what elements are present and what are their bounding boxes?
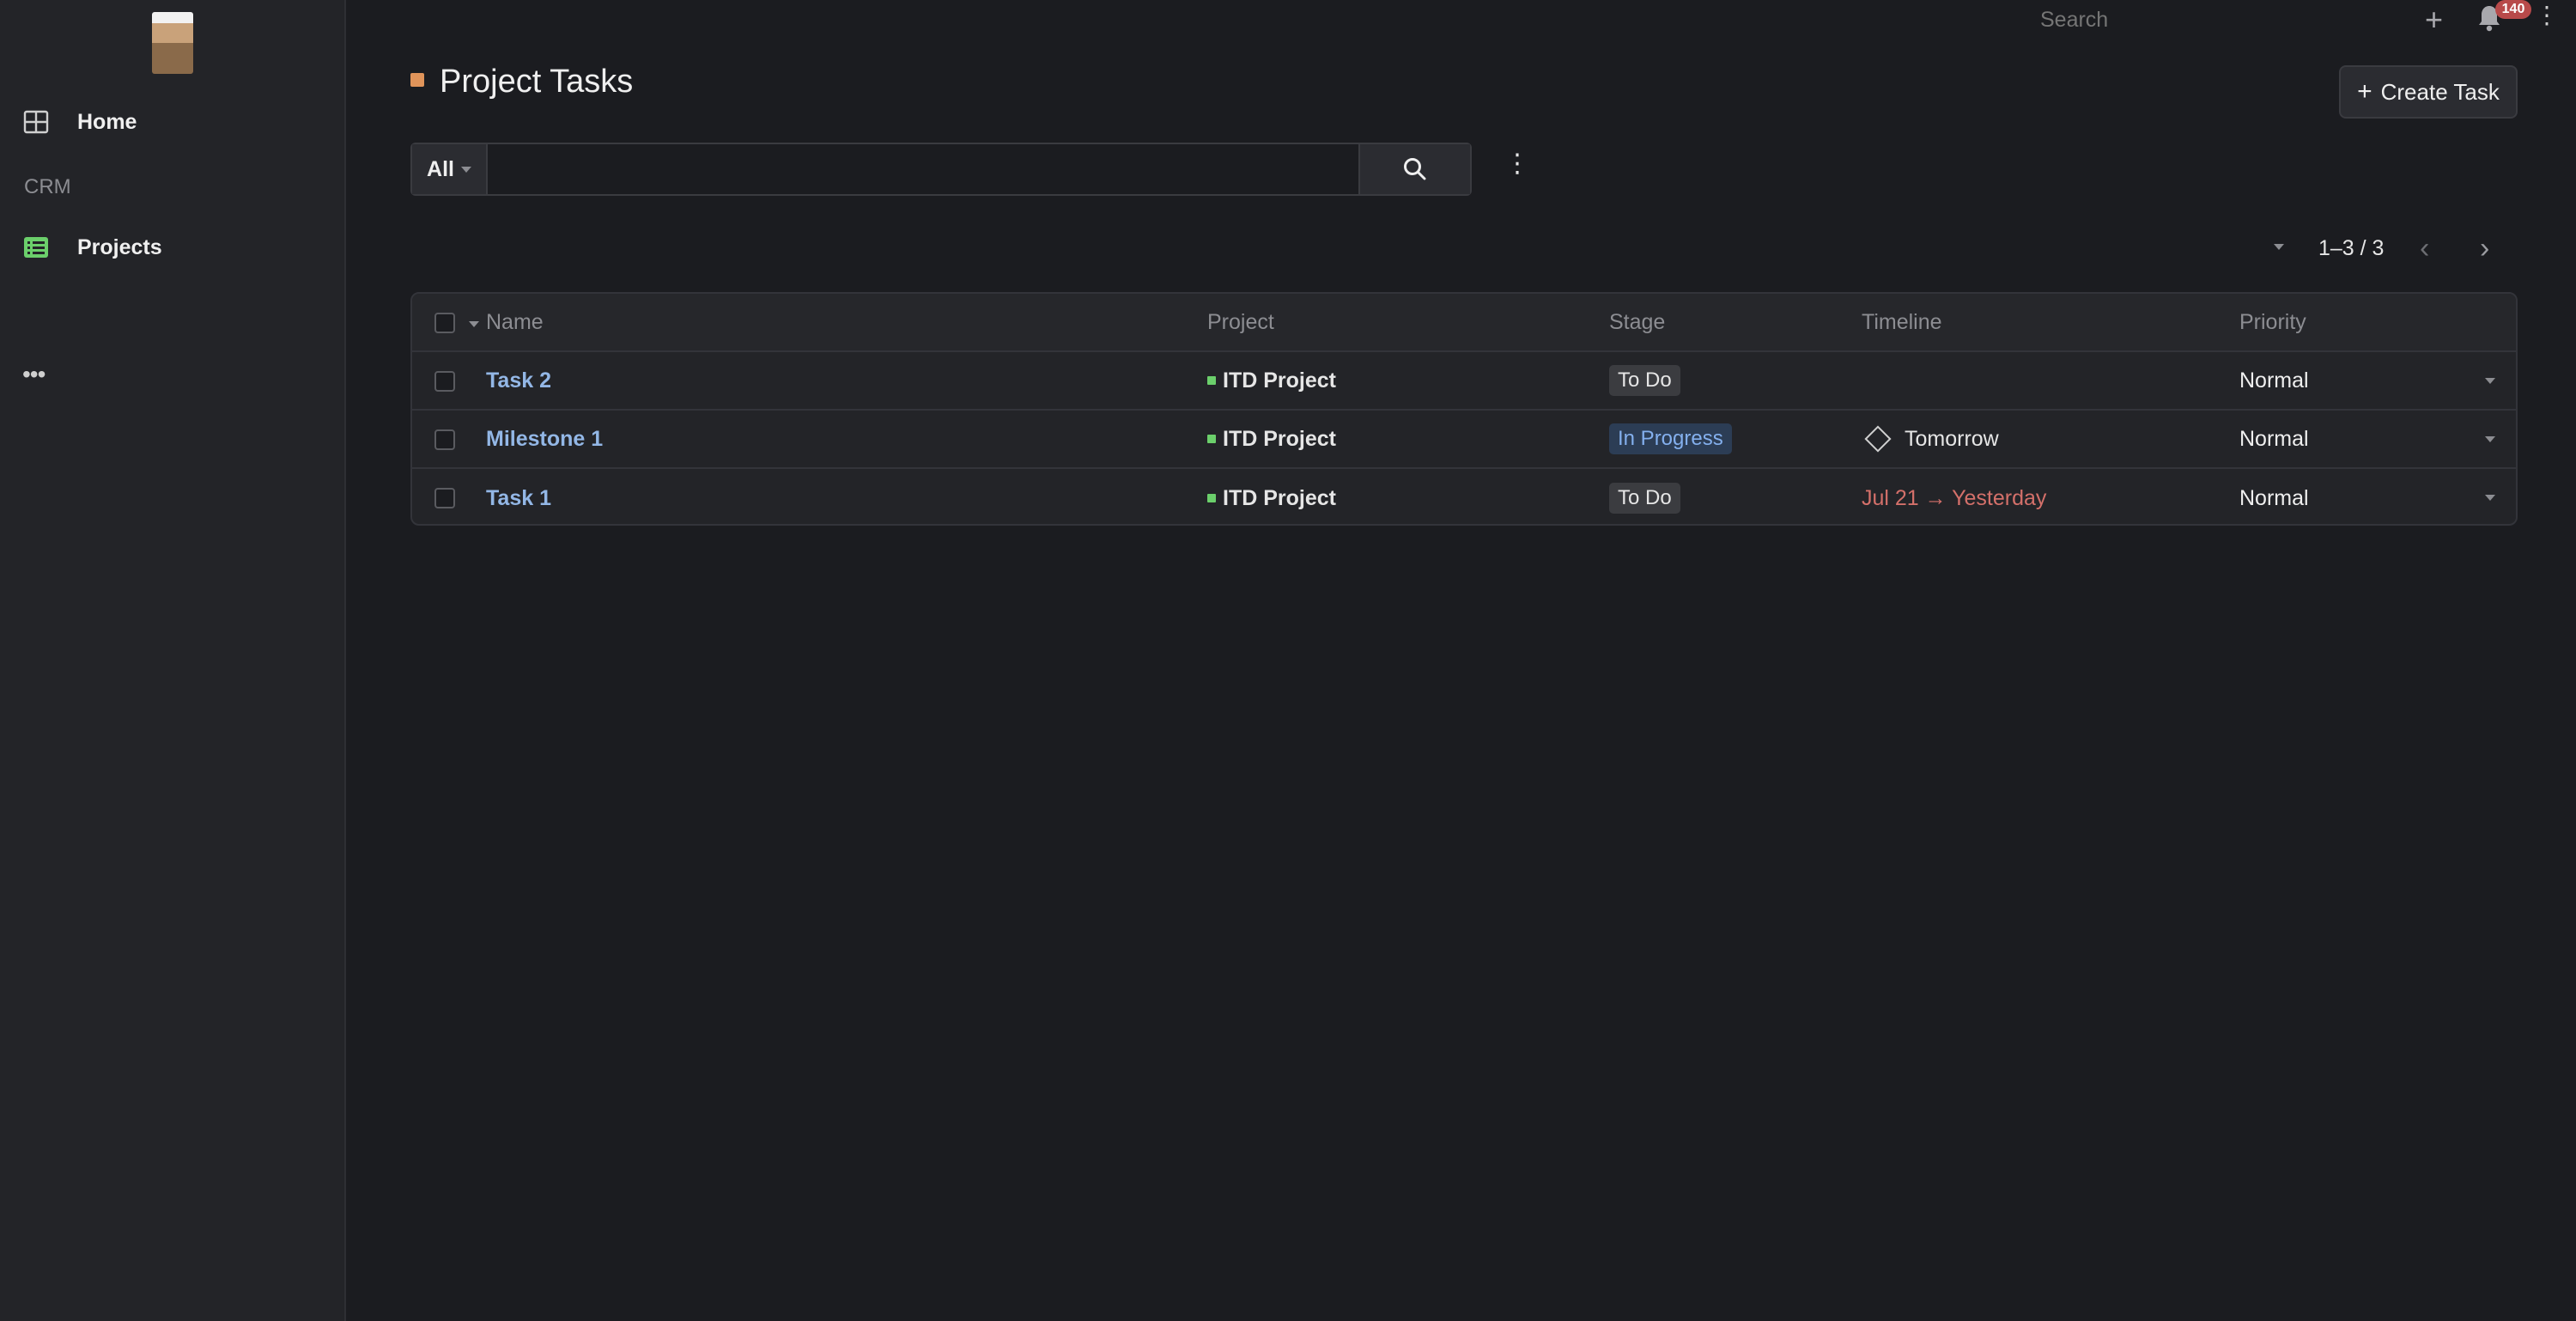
pagination-range: 1–3 / 3: [2318, 236, 2385, 260]
caret-down-icon[interactable]: [469, 321, 479, 327]
table-row[interactable]: Task 2 ITD Project To Do Normal: [412, 352, 2516, 411]
stage-badge[interactable]: To Do: [1609, 365, 1680, 396]
table-row[interactable]: Milestone 1 ITD Project In Progress Tomo…: [412, 411, 2516, 469]
chevron-left-icon[interactable]: ‹: [2420, 232, 2429, 265]
priority-value[interactable]: Normal: [2239, 486, 2309, 511]
filter-scope-select[interactable]: All: [412, 144, 488, 194]
column-header-timeline[interactable]: Timeline: [1862, 294, 1942, 350]
table-row[interactable]: Task 1 ITD Project To Do Jul 21 → Yester…: [412, 469, 2516, 524]
project-name[interactable]: ITD Project: [1223, 427, 1336, 452]
task-name-link[interactable]: Milestone 1: [486, 427, 603, 452]
add-icon[interactable]: +: [2425, 2, 2443, 38]
sidebar-item-label: Projects: [77, 234, 162, 259]
filter-bar: All: [410, 143, 1472, 196]
chevron-right-icon[interactable]: ›: [2480, 232, 2489, 265]
column-header-project[interactable]: Project: [1207, 294, 1274, 350]
project-color-dot: [1207, 494, 1216, 502]
project-color-dot: [1207, 376, 1216, 385]
task-name-link[interactable]: Task 1: [486, 486, 551, 511]
stage-badge[interactable]: To Do: [1609, 483, 1680, 514]
priority-value[interactable]: Normal: [2239, 427, 2309, 452]
sidebar-item-home[interactable]: Home: [0, 98, 346, 146]
task-name-link[interactable]: Task 2: [486, 368, 551, 393]
page-title: Project Tasks: [440, 64, 634, 100]
column-header-stage[interactable]: Stage: [1609, 294, 1665, 350]
page-size-caret-icon[interactable]: [2274, 244, 2284, 250]
sidebar-item-projects[interactable]: Projects: [0, 223, 346, 271]
plus-icon: +: [2357, 77, 2372, 106]
select-all-checkbox[interactable]: [434, 313, 455, 333]
priority-caret-icon[interactable]: [2485, 378, 2495, 384]
app-logo[interactable]: [152, 12, 193, 74]
row-checkbox[interactable]: [434, 488, 455, 508]
filter-search-button[interactable]: [1358, 144, 1470, 194]
search-icon: [1404, 158, 1426, 180]
notification-count-badge: 140: [2495, 0, 2531, 19]
filter-search-input[interactable]: [488, 144, 1358, 194]
table-header-row: Name Project Stage Timeline Priority: [412, 294, 2516, 352]
table-icon: [24, 237, 48, 258]
timeline-value[interactable]: Jul 21 → Yesterday: [1862, 486, 2046, 511]
app-menu-icon[interactable]: ⋮: [2535, 3, 2559, 27]
filter-menu-icon[interactable]: ⋮: [1504, 151, 1530, 177]
create-task-label: Create Task: [2380, 78, 2500, 105]
grid-icon: [23, 110, 49, 134]
sidebar-item-label: Home: [77, 109, 137, 134]
project-name[interactable]: ITD Project: [1223, 368, 1336, 393]
project-name[interactable]: ITD Project: [1223, 486, 1336, 511]
more-options-icon[interactable]: •••: [22, 361, 46, 388]
create-task-button[interactable]: + Create Task: [2339, 65, 2518, 119]
timeline-value[interactable]: Tomorrow: [1905, 427, 1999, 452]
global-search-input[interactable]: [2040, 7, 2384, 33]
filter-scope-value: All: [427, 156, 454, 181]
project-color-dot: [1207, 435, 1216, 443]
stage-badge[interactable]: In Progress: [1609, 423, 1732, 454]
tasks-table: Name Project Stage Timeline Priority Tas…: [410, 292, 2518, 526]
row-checkbox[interactable]: [434, 429, 455, 450]
column-header-priority[interactable]: Priority: [2239, 294, 2306, 350]
milestone-diamond-icon: [1864, 425, 1892, 453]
row-checkbox[interactable]: [434, 371, 455, 392]
title-color-indicator: [410, 73, 424, 87]
priority-caret-icon[interactable]: [2485, 495, 2495, 501]
priority-caret-icon[interactable]: [2485, 436, 2495, 442]
caret-down-icon: [460, 166, 471, 173]
sidebar: Home CRM Projects •••: [0, 0, 346, 1321]
column-header-name[interactable]: Name: [486, 294, 544, 350]
sidebar-section-label: CRM: [24, 175, 71, 198]
priority-value[interactable]: Normal: [2239, 368, 2309, 393]
